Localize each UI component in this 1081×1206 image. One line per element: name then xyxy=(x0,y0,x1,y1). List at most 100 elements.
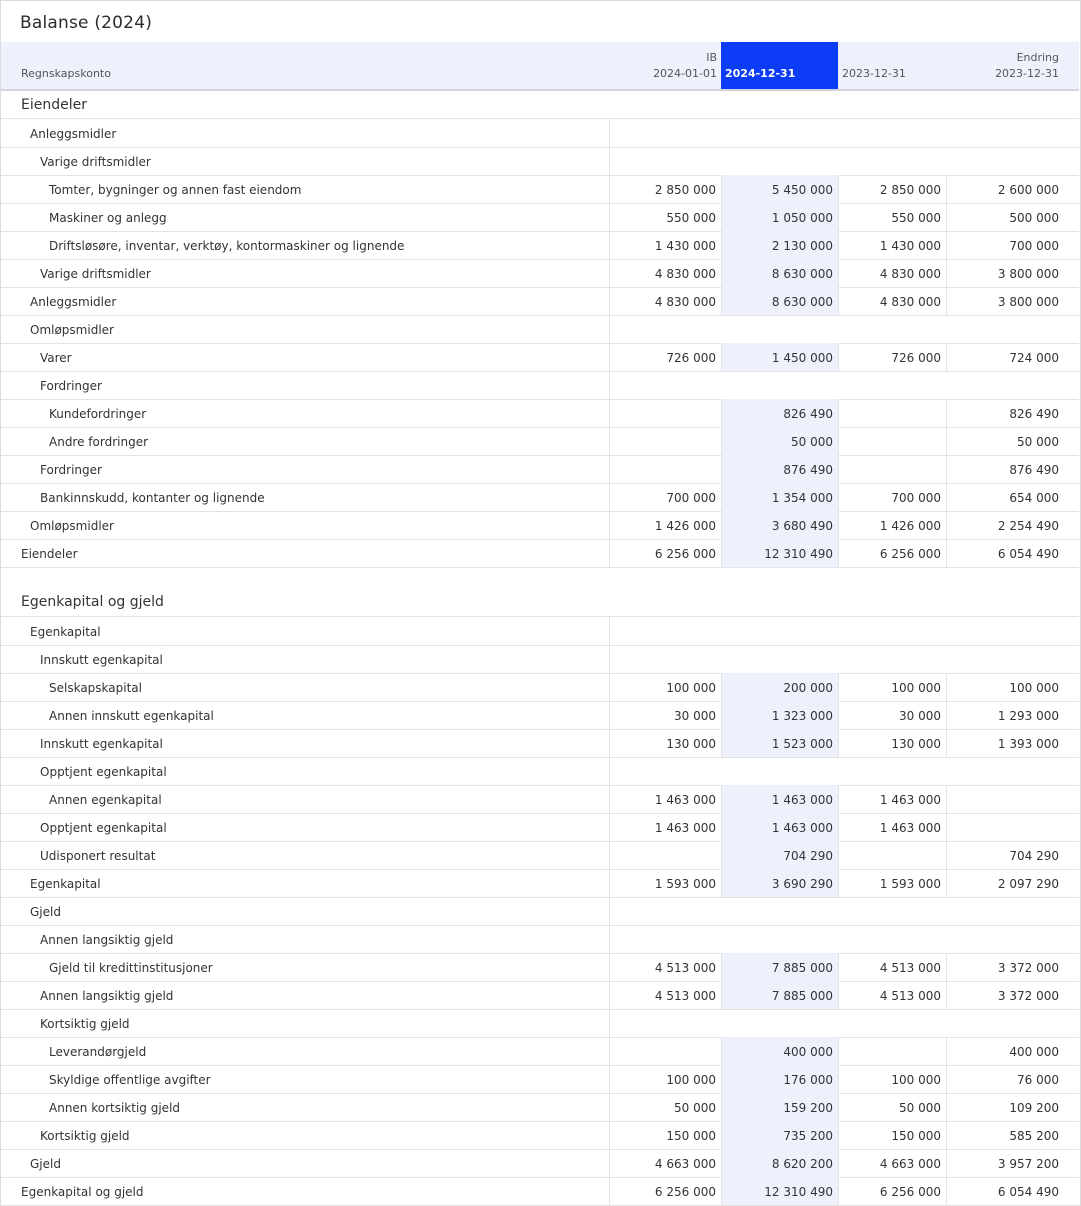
value-change: 3 372 000 xyxy=(997,989,1059,1003)
value-change: 2 600 000 xyxy=(997,183,1059,197)
value-current: 1 050 000 xyxy=(771,211,833,225)
table-row[interactable]: Gjeld xyxy=(1,897,1079,926)
table-row[interactable]: Skyldige offentlige avgifter 100 000 176 0… xyxy=(1,1065,1079,1094)
column-divider xyxy=(838,1037,839,1065)
account-label: Selskapskapital xyxy=(49,681,142,695)
value-ib: 30 000 xyxy=(674,709,716,723)
column-divider xyxy=(609,617,610,645)
value-change: 1 293 000 xyxy=(997,709,1059,723)
table-row[interactable]: Eiendeler 6 256 000 12 310 490 6 256 000 6 0… xyxy=(1,539,1079,568)
account-label: Fordringer xyxy=(40,463,102,477)
value-change: 1 393 000 xyxy=(997,737,1059,751)
value-ib: 1 426 000 xyxy=(654,519,716,533)
table-row[interactable]: Annen egenkapital 1 463 000 1 463 000 1 463… xyxy=(1,785,1079,814)
value-prior: 1 430 000 xyxy=(879,239,941,253)
value-prior: 100 000 xyxy=(891,681,941,695)
value-ib: 100 000 xyxy=(666,1073,716,1087)
column-header-change[interactable]: Endring 2023-12-31 xyxy=(946,50,1059,82)
table-row[interactable]: Maskiner og anlegg 550 000 1 050 000 550 00… xyxy=(1,203,1079,232)
value-prior: 6 256 000 xyxy=(879,1185,941,1199)
table-row[interactable]: Egenkapital 1 593 000 3 690 290 1 593 000 2 … xyxy=(1,869,1079,898)
table-row[interactable]: Fordringer 876 490 876 490 xyxy=(1,455,1079,484)
table-row[interactable]: Omløpsmidler xyxy=(1,315,1079,344)
column-header-account[interactable]: Regnskapskonto xyxy=(21,67,111,80)
value-change: 500 000 xyxy=(1009,211,1059,225)
value-prior: 100 000 xyxy=(891,1073,941,1087)
table-row[interactable]: Annen kortsiktig gjeld 50 000 159 200 50 00… xyxy=(1,1093,1079,1122)
column-divider xyxy=(609,315,610,343)
table-row[interactable]: Leverandørgjeld 400 000 400 000 xyxy=(1,1037,1079,1066)
account-label: Anleggsmidler xyxy=(30,295,117,309)
value-prior: 4 513 000 xyxy=(879,961,941,975)
table-row[interactable]: Udisponert resultat 704 290 704 290 xyxy=(1,841,1079,870)
table-row[interactable]: Kortsiktig gjeld xyxy=(1,1009,1079,1038)
column-divider xyxy=(838,841,839,869)
column-divider xyxy=(609,455,610,483)
account-label: Kortsiktig gjeld xyxy=(40,1129,130,1143)
column-divider xyxy=(609,925,610,953)
table-row[interactable]: Kortsiktig gjeld 150 000 735 200 150 000 585… xyxy=(1,1121,1079,1150)
table-row[interactable]: Fordringer xyxy=(1,371,1079,400)
table-row[interactable]: Opptjent egenkapital 1 463 000 1 463 000 1 … xyxy=(1,813,1079,842)
table-row[interactable]: Anleggsmidler 4 830 000 8 630 000 4 830 000… xyxy=(1,287,1079,316)
account-label: Annen innskutt egenkapital xyxy=(49,709,214,723)
value-current: 1 450 000 xyxy=(771,351,833,365)
column-header-ib[interactable]: IB 2024-01-01 xyxy=(610,50,717,82)
value-prior: 2 850 000 xyxy=(879,183,941,197)
value-prior: 1 463 000 xyxy=(879,793,941,807)
column-header-ib-date: 2024-01-01 xyxy=(653,67,717,80)
account-label: Egenkapital og gjeld xyxy=(21,1185,144,1199)
section-title: Egenkapital og gjeld xyxy=(21,594,164,610)
value-prior: 4 830 000 xyxy=(879,295,941,309)
table-row[interactable]: Opptjent egenkapital xyxy=(1,757,1079,786)
table-row[interactable]: Varer 726 000 1 450 000 726 000 724 000 xyxy=(1,343,1079,372)
table-header: Regnskapskonto IB 2024-01-01 2024-12-31 … xyxy=(1,42,1079,91)
value-current: 12 310 490 xyxy=(764,1185,833,1199)
value-current: 200 000 xyxy=(783,681,833,695)
value-current: 7 885 000 xyxy=(771,989,833,1003)
table-row[interactable]: Gjeld til kredittinstitusjoner 4 513 000 7… xyxy=(1,953,1079,982)
table-row[interactable]: Egenkapital og gjeld 6 256 000 12 310 490 6… xyxy=(1,1177,1079,1206)
column-divider xyxy=(609,1009,610,1037)
table-row[interactable]: Kundefordringer 826 490 826 490 xyxy=(1,399,1079,428)
table-row[interactable]: Innskutt egenkapital xyxy=(1,645,1079,674)
value-ib: 4 513 000 xyxy=(654,989,716,1003)
column-header-current-date: 2024-12-31 xyxy=(725,67,796,80)
table-row[interactable]: Bankinnskudd, kontanter og lignende 700 0… xyxy=(1,483,1079,512)
table-row[interactable]: Annen innskutt egenkapital 30 000 1 323 00… xyxy=(1,701,1079,730)
table-row[interactable]: Egenkapital xyxy=(1,617,1079,646)
value-current: 1 463 000 xyxy=(771,793,833,807)
value-ib: 1 430 000 xyxy=(654,239,716,253)
value-change: 700 000 xyxy=(1009,239,1059,253)
value-prior: 6 256 000 xyxy=(879,547,941,561)
value-change: 826 490 xyxy=(1009,407,1059,421)
value-prior: 50 000 xyxy=(899,1101,941,1115)
value-change: 3 800 000 xyxy=(997,267,1059,281)
value-current: 5 450 000 xyxy=(771,183,833,197)
value-prior: 130 000 xyxy=(891,737,941,751)
table-row[interactable]: Driftsløsøre, inventar, verktøy, kontorm… xyxy=(1,231,1079,260)
table-row[interactable]: Annen langsiktig gjeld 4 513 000 7 885 000… xyxy=(1,981,1079,1010)
column-header-prior[interactable]: 2023-12-31 xyxy=(842,67,906,80)
value-ib: 726 000 xyxy=(666,351,716,365)
column-header-current-selected[interactable]: 2024-12-31 xyxy=(721,42,838,89)
table-row[interactable]: Annen langsiktig gjeld xyxy=(1,925,1079,954)
column-divider xyxy=(838,427,839,455)
value-current: 735 200 xyxy=(783,1129,833,1143)
account-label: Omløpsmidler xyxy=(30,323,114,337)
table-row[interactable]: Gjeld 4 663 000 8 620 200 4 663 000 3 957 20… xyxy=(1,1149,1079,1178)
table-row[interactable]: Varige driftsmidler 4 830 000 8 630 000 4 8… xyxy=(1,259,1079,288)
column-header-change-label: Endring xyxy=(1016,51,1059,64)
value-change: 724 000 xyxy=(1009,351,1059,365)
table-row[interactable]: Andre fordringer 50 000 50 000 xyxy=(1,427,1079,456)
column-divider xyxy=(609,757,610,785)
table-row[interactable]: Selskapskapital 100 000 200 000 100 000 100 … xyxy=(1,673,1079,702)
table-row[interactable]: Tomter, bygninger og annen fast eiendom 2… xyxy=(1,175,1079,204)
value-change: 100 000 xyxy=(1009,681,1059,695)
table-row[interactable]: Innskutt egenkapital 130 000 1 523 000 130 … xyxy=(1,729,1079,758)
table-row[interactable]: Omløpsmidler 1 426 000 3 680 490 1 426 000 2… xyxy=(1,511,1079,540)
account-label: Varer xyxy=(40,351,72,365)
table-row[interactable]: Varige driftsmidler xyxy=(1,147,1079,176)
value-ib: 6 256 000 xyxy=(654,547,716,561)
table-row[interactable]: Anleggsmidler xyxy=(1,119,1079,148)
